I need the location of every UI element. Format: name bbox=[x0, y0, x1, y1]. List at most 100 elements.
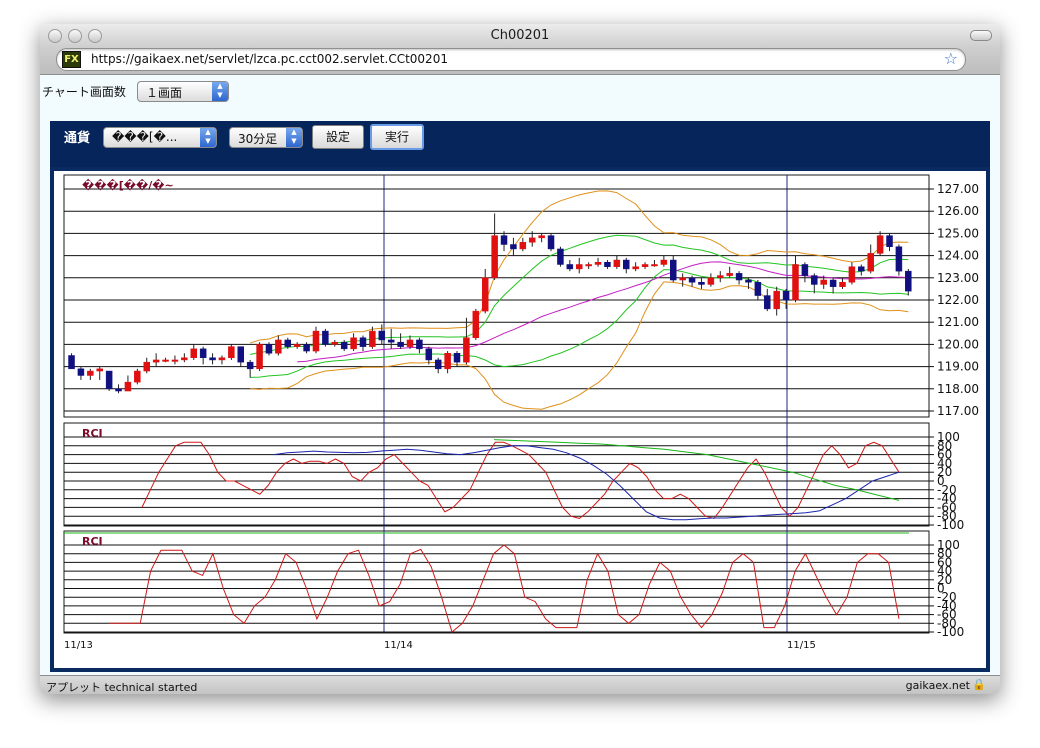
y-tick-label: 122.00 bbox=[937, 293, 979, 307]
candle-body bbox=[256, 344, 263, 370]
candle-body bbox=[660, 259, 668, 265]
candle-body bbox=[867, 253, 874, 272]
y-tick-label: -100 bbox=[937, 625, 964, 639]
candle-body bbox=[670, 259, 677, 281]
candle-body bbox=[416, 339, 423, 350]
interval-value: 30分足 bbox=[238, 132, 278, 146]
candle-body bbox=[745, 279, 752, 283]
candle-body bbox=[707, 277, 715, 285]
candle-body bbox=[575, 264, 583, 270]
candle-body bbox=[331, 341, 339, 345]
candle-body bbox=[444, 353, 451, 370]
settings-button[interactable]: 設定 bbox=[312, 125, 364, 149]
panel-frame-2 bbox=[63, 530, 930, 634]
interval-select[interactable]: 30分足 ▲ ▼ bbox=[229, 127, 303, 148]
candle-body bbox=[228, 346, 235, 358]
candle-body bbox=[463, 337, 470, 363]
x-tick-label: 11/13 bbox=[64, 640, 93, 651]
panel-title-0: ���[��/�~ bbox=[82, 178, 174, 192]
candle-body bbox=[510, 244, 517, 250]
candle-body bbox=[209, 357, 216, 361]
candle-body bbox=[623, 259, 630, 270]
candle-body bbox=[115, 388, 122, 392]
y-tick-label: 119.00 bbox=[937, 360, 979, 374]
select-arrows-icon: ▲ ▼ bbox=[200, 128, 216, 147]
y-tick-label: 120.00 bbox=[937, 337, 979, 351]
candle-body bbox=[764, 295, 771, 310]
candle-body bbox=[171, 359, 179, 362]
candle-body bbox=[905, 270, 912, 292]
candle-body bbox=[782, 290, 790, 301]
candle-body bbox=[585, 264, 592, 267]
candle-body bbox=[848, 266, 856, 283]
panel-title-1: RCI bbox=[82, 427, 103, 440]
candle-body bbox=[726, 273, 733, 276]
candle-body bbox=[679, 277, 686, 281]
candle-body bbox=[839, 281, 846, 287]
candle-body bbox=[886, 235, 893, 247]
chart-frame: 127.00 126.00 125.00 124.00 123.00 122.00 121.… bbox=[50, 167, 990, 672]
candle-body bbox=[773, 290, 780, 310]
candle-body bbox=[387, 339, 395, 343]
candle-body bbox=[566, 264, 574, 270]
execute-button[interactable]: 実行 bbox=[370, 124, 424, 150]
candle-body bbox=[801, 264, 809, 276]
candle-body bbox=[632, 266, 639, 270]
currency-value: ���[�... bbox=[112, 130, 178, 144]
status-bar: アプレット technical started gaikaex.net 🔒 bbox=[40, 675, 1000, 694]
candle-body bbox=[218, 357, 226, 361]
candle-body bbox=[453, 353, 461, 363]
currency-select[interactable]: ���[�... ▲ ▼ bbox=[103, 127, 217, 148]
toolbar-toggle-button[interactable] bbox=[970, 30, 992, 41]
candle-body bbox=[134, 370, 141, 383]
x-tick-label: 11/14 bbox=[384, 640, 413, 651]
candle-body bbox=[265, 344, 273, 354]
candle-body bbox=[87, 370, 94, 376]
y-tick-label: 125.00 bbox=[937, 226, 979, 240]
candle-body bbox=[303, 344, 310, 352]
candle-body bbox=[698, 281, 705, 285]
candle-body bbox=[293, 344, 301, 347]
y-tick-label: 124.00 bbox=[937, 249, 979, 263]
select-arrows-icon: ▲ ▼ bbox=[286, 128, 302, 147]
candle-body bbox=[162, 359, 169, 362]
title-bar: Ch00201 FX https://gaikaex.net/servlet/l… bbox=[40, 24, 1000, 75]
candle-body bbox=[199, 348, 207, 358]
chart-count-select[interactable]: １画面 ▲ ▼ bbox=[137, 81, 229, 102]
candle-body bbox=[322, 330, 329, 345]
candle-body bbox=[491, 235, 498, 279]
candle-body bbox=[538, 235, 545, 239]
chart-svg[interactable]: 127.00 126.00 125.00 124.00 123.00 122.00 121.… bbox=[54, 171, 986, 668]
url-bar[interactable]: FX https://gaikaex.net/servlet/lzca.pc.c… bbox=[56, 48, 966, 71]
candle-body bbox=[68, 355, 75, 370]
chart-area[interactable]: 127.00 126.00 125.00 124.00 123.00 122.00 121.… bbox=[54, 171, 986, 668]
candle-body bbox=[359, 337, 367, 347]
bookmark-star-icon[interactable]: ☆ bbox=[944, 49, 958, 68]
candle-body bbox=[96, 368, 103, 372]
y-tick-label: 126.00 bbox=[937, 204, 979, 218]
url-text: https://gaikaex.net/servlet/lzca.pc.cct0… bbox=[91, 52, 448, 66]
currency-label: 通貨 bbox=[64, 131, 91, 146]
candle-body bbox=[829, 279, 837, 287]
browser-window: Ch00201 FX https://gaikaex.net/servlet/l… bbox=[40, 24, 1000, 694]
candle-body bbox=[434, 359, 442, 370]
candle-body bbox=[246, 361, 254, 370]
y-tick-label: 121.00 bbox=[937, 315, 979, 329]
candle-body bbox=[811, 275, 818, 285]
candle-body bbox=[895, 246, 903, 272]
candle-body bbox=[181, 357, 188, 361]
candle-body bbox=[876, 235, 884, 254]
candle-body bbox=[124, 381, 132, 392]
candle-body bbox=[425, 348, 433, 361]
lock-icon: 🔒 bbox=[972, 678, 986, 691]
candle-body bbox=[481, 277, 489, 312]
chart-count-value: １画面 bbox=[146, 86, 183, 100]
candle-body bbox=[369, 330, 376, 347]
candle-body bbox=[190, 348, 197, 358]
candle-body bbox=[613, 259, 621, 267]
candle-body bbox=[528, 237, 536, 243]
chart-count-label: チャート画面数 bbox=[42, 85, 126, 99]
favicon-icon: FX bbox=[62, 51, 81, 68]
candle-body bbox=[152, 359, 160, 363]
page-content: チャート画面数 １画面 ▲ ▼ 通貨 ���[�... ▲ ▼ 30分足 ▲ ▼ 設定… bbox=[40, 75, 1000, 675]
